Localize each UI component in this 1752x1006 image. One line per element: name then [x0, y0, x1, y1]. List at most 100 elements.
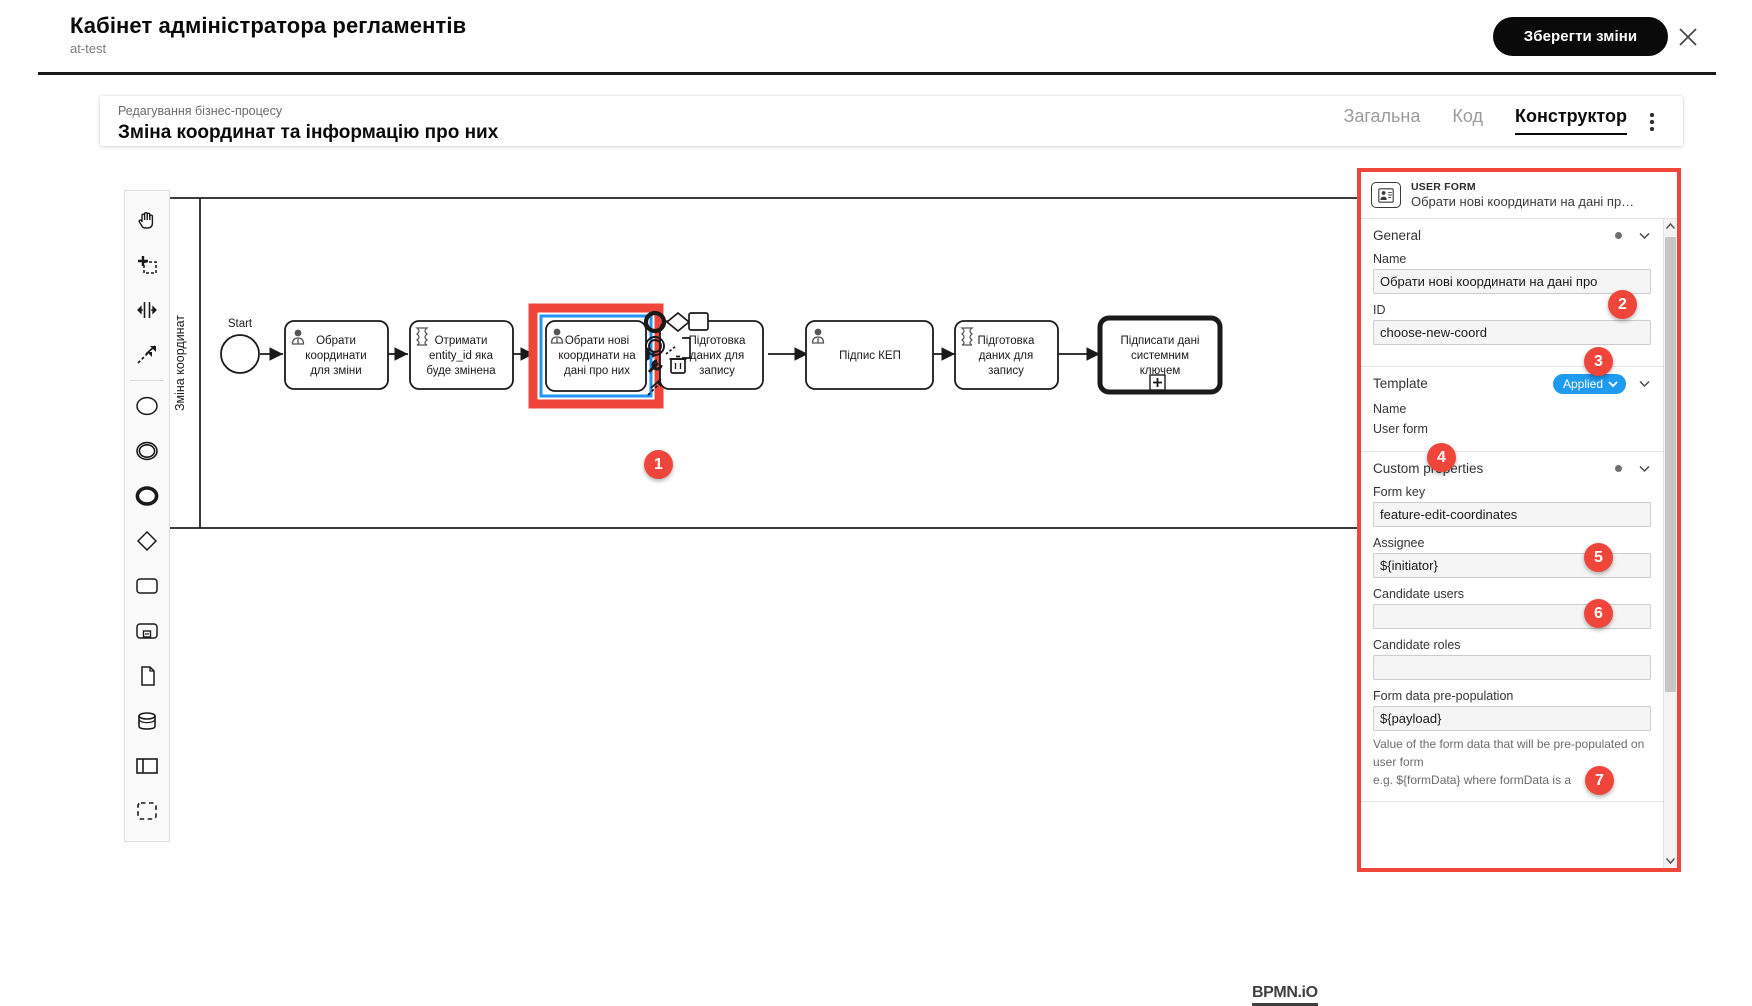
annotation-badge-6: 6: [1584, 599, 1613, 628]
intermediate-event-icon: [136, 441, 158, 460]
create-gateway[interactable]: [125, 518, 169, 563]
create-data-object[interactable]: [125, 653, 169, 698]
svg-text:координати: координати: [305, 350, 366, 362]
properties-scrollbar[interactable]: [1663, 219, 1677, 868]
create-participant[interactable]: [125, 743, 169, 788]
svg-text:Обрати нові: Обрати нові: [565, 335, 629, 347]
page-title: Кабінет адміністратора регламентів: [70, 13, 467, 38]
scroll-down-arrow-icon[interactable]: [1664, 853, 1677, 868]
scroll-up-arrow-icon[interactable]: [1664, 219, 1677, 234]
svg-text:Підпис КЕП: Підпис КЕП: [839, 350, 901, 362]
field-candidate-roles-label: Candidate roles: [1373, 638, 1461, 652]
scrollbar-thumb[interactable]: [1665, 237, 1676, 692]
chevron-down-icon[interactable]: [1638, 377, 1651, 390]
group-custom-properties-dot: [1615, 465, 1622, 472]
field-candidate-users-label: Candidate users: [1373, 587, 1465, 601]
chevron-down-icon[interactable]: [1638, 229, 1651, 242]
bpmn-io-watermark[interactable]: BPMN.iO: [1252, 984, 1318, 1006]
bpmn-palette[interactable]: [124, 190, 170, 842]
palette-divider: [130, 380, 164, 381]
connect-tool-icon: [137, 344, 156, 364]
name-input[interactable]: [1373, 269, 1651, 294]
tab-code[interactable]: Код: [1452, 106, 1483, 135]
tab-general[interactable]: Загальна: [1343, 106, 1420, 135]
breadcrumb: Редагування бізнес-процесу: [118, 104, 283, 118]
template-applied-button[interactable]: Applied: [1552, 373, 1626, 394]
space-tool-icon: [137, 301, 157, 318]
svg-text:запису: запису: [699, 365, 735, 377]
gateway-icon: [136, 530, 158, 551]
create-start-event[interactable]: [125, 383, 169, 428]
close-icon[interactable]: [1676, 25, 1700, 49]
svg-text:буде змінена: буде змінена: [426, 365, 496, 377]
activate-space-tool[interactable]: [125, 287, 169, 332]
participant-icon: [136, 757, 158, 774]
group-custom-properties-header[interactable]: Custom properties: [1361, 452, 1663, 485]
group-general-header[interactable]: General: [1361, 219, 1663, 252]
field-candidate-roles: Candidate roles: [1361, 638, 1663, 680]
activate-lasso-tool[interactable]: [125, 242, 169, 287]
end-event-icon: [135, 485, 159, 506]
field-form-data-prepopulation: Form data pre-population: [1361, 689, 1663, 731]
candidate-roles-input[interactable]: [1373, 655, 1651, 680]
group-template-header[interactable]: Template Applied: [1361, 367, 1663, 400]
group-icon: [137, 801, 157, 820]
activate-hand-tool[interactable]: [125, 197, 169, 242]
field-form-data-prepopulation-label: Form data pre-population: [1373, 689, 1514, 703]
header-divider: [38, 72, 1716, 75]
template-applied-label: Applied: [1562, 376, 1603, 391]
svg-text:системним: системним: [1131, 350, 1189, 362]
element-type-label: USER FORM: [1411, 180, 1476, 193]
group-template: Template Applied Name User form: [1361, 367, 1663, 452]
create-intermediate-event[interactable]: [125, 428, 169, 473]
tab-constructor[interactable]: Конструктор: [1514, 106, 1628, 135]
svg-text:даних для: даних для: [979, 350, 1033, 362]
group-template-title: Template: [1373, 376, 1428, 391]
svg-text:для зміни: для зміни: [310, 365, 361, 377]
svg-text:Підготовка: Підготовка: [689, 335, 747, 347]
form-key-input[interactable]: [1373, 502, 1651, 527]
properties-panel-highlight: USER FORM Обрати нові координати на дані…: [1357, 168, 1681, 872]
svg-text:Start: Start: [228, 318, 253, 330]
template-name-row: Name User form: [1361, 400, 1663, 439]
create-subprocess-expanded[interactable]: [125, 608, 169, 653]
form-data-prepopulation-input[interactable]: [1373, 706, 1651, 731]
svg-text:дані про них: дані про них: [564, 365, 630, 377]
group-general-dot: [1615, 232, 1622, 239]
annotation-badge-3: 3: [1584, 347, 1613, 376]
annotation-badge-2: 2: [1608, 290, 1637, 319]
create-end-event[interactable]: [125, 473, 169, 518]
activate-global-connect-tool[interactable]: [125, 332, 169, 377]
data-store-icon: [138, 711, 156, 730]
editor-tabs: Загальна Код Конструктор: [1343, 106, 1628, 135]
annotation-badge-7: 7: [1585, 766, 1614, 795]
data-object-icon: [141, 665, 155, 686]
field-candidate-users: Candidate users: [1361, 587, 1663, 629]
svg-text:entity_id яка: entity_id яка: [429, 350, 494, 362]
field-name: Name: [1361, 252, 1663, 294]
field-name-label: Name: [1373, 252, 1407, 266]
user-form-icon: [1371, 182, 1401, 208]
group-custom-properties: Custom properties Form key Assignee Cand…: [1361, 452, 1663, 802]
template-name-label: Name: [1373, 402, 1407, 416]
template-name-value: User form: [1373, 422, 1428, 436]
svg-text:Обрати: Обрати: [316, 335, 356, 347]
create-group[interactable]: [125, 788, 169, 833]
chevron-down-icon[interactable]: [1638, 462, 1651, 475]
kebab-menu-icon[interactable]: [1643, 112, 1661, 132]
process-name-heading: Зміна координат та інформацію про них: [118, 122, 499, 143]
properties-panel-header: USER FORM Обрати нові координати на дані…: [1361, 172, 1677, 219]
save-button[interactable]: Зберегти зміни: [1493, 17, 1668, 56]
annotation-badge-1: 1: [644, 450, 673, 479]
app-header: Кабінет адміністратора регламентів at-te…: [0, 0, 1752, 75]
svg-text:координати на: координати на: [558, 350, 636, 362]
id-input[interactable]: [1373, 320, 1651, 345]
svg-text:запису: запису: [988, 365, 1024, 377]
element-name-label: Обрати нові координати на дані пр…: [1411, 193, 1635, 209]
subprocess-expanded-icon: [136, 622, 158, 639]
tenant-label: at-test: [70, 41, 107, 56]
create-task[interactable]: [125, 563, 169, 608]
create-data-store[interactable]: [125, 698, 169, 743]
lasso-tool-icon: [138, 255, 157, 274]
svg-text:Підписати дані: Підписати дані: [1121, 335, 1200, 347]
